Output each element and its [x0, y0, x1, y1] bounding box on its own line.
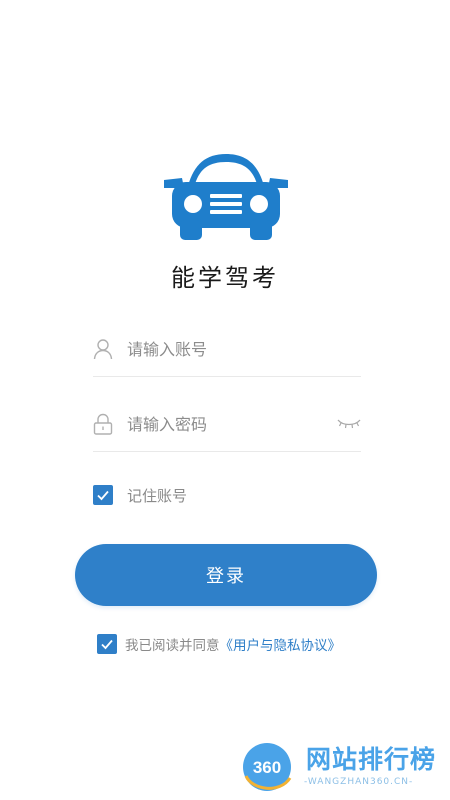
password-input[interactable]	[127, 411, 327, 437]
eye-closed-icon[interactable]	[337, 417, 361, 429]
account-input[interactable]	[127, 336, 327, 362]
watermark-logo-icon: 360	[243, 743, 292, 791]
login-screen: 能学驾考 记住账号 登录	[0, 0, 450, 800]
privacy-agreement-link[interactable]: 《用户与隐私协议》	[220, 634, 342, 654]
agreement-checkbox[interactable]	[97, 634, 117, 654]
remember-account-label: 记住账号	[127, 486, 188, 505]
account-field	[93, 326, 361, 377]
remember-account-row: 记住账号	[93, 484, 187, 506]
watermark-subtitle: -WANGZHAN360.CN-	[304, 777, 414, 787]
watermark: 360 网站排行榜 -WANGZHAN360.CN-	[236, 736, 450, 800]
login-button[interactable]: 登录	[75, 544, 377, 606]
car-logo-icon	[164, 154, 288, 240]
checkmark-icon	[101, 639, 113, 650]
watermark-title: 网站排行榜	[306, 745, 437, 774]
user-icon	[93, 339, 113, 360]
remember-account-checkbox[interactable]	[93, 485, 113, 505]
lock-icon	[93, 413, 113, 435]
agreement-label: 我已阅读并同意	[125, 638, 220, 654]
checkmark-icon	[97, 490, 109, 501]
watermark-badge-text: 360	[253, 758, 281, 777]
agreement-row: 我已阅读并同意 《用户与隐私协议》	[97, 633, 341, 655]
app-title: 能学驾考	[171, 264, 279, 292]
password-field	[93, 401, 361, 452]
